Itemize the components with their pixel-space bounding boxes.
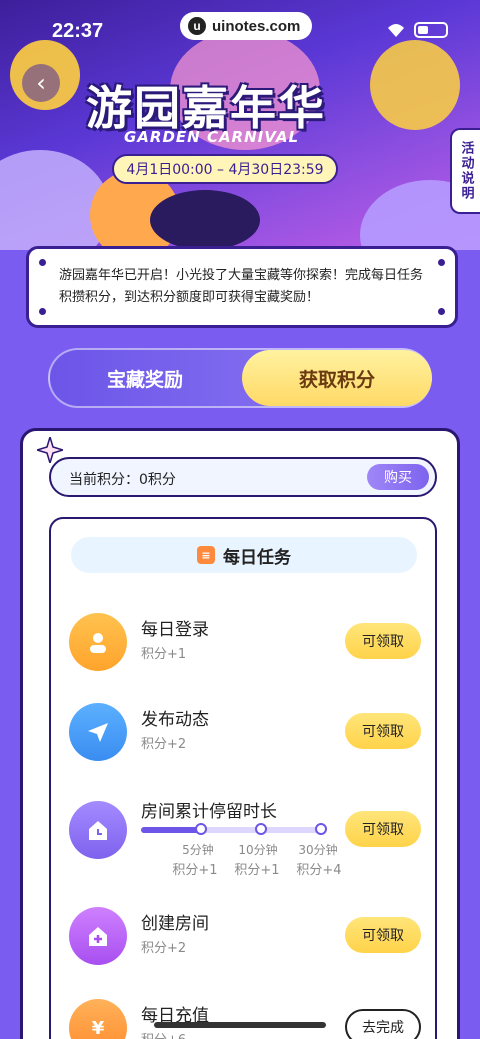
milestone-node (315, 823, 327, 835)
daily-task-card: ≡ 每日任务 每日登录 积分+1 可领取 发布动态 积分+2 可领取 房间累计停… (49, 517, 437, 1039)
url-pill: u uinotes.com (180, 12, 313, 40)
points-panel: 当前积分：0积分 购买 ≡ 每日任务 每日登录 积分+1 可领取 发布动态 积分… (20, 428, 460, 1039)
stay-progress-bar (141, 823, 327, 835)
clock-home-icon (69, 801, 127, 859)
task-title: 创建房间 (141, 914, 209, 934)
milestone-label: 30分钟 (298, 843, 338, 857)
claim-button[interactable]: 可领取 (345, 623, 421, 659)
back-arrow-icon: ‹ (36, 69, 46, 97)
go-complete-button[interactable]: 去完成 (345, 1009, 421, 1039)
milestone-reward: 积分+1 (172, 863, 218, 878)
task-reward: 积分+6 (141, 1029, 186, 1039)
calendar-icon: ≡ (197, 546, 215, 564)
task-daily-login: 每日登录 积分+1 可领取 (69, 607, 421, 677)
current-points: 当前积分：0积分 (69, 472, 176, 488)
claim-button[interactable]: 可领取 (345, 917, 421, 953)
task-title: 房间累计停留时长 (141, 802, 277, 822)
tab-bar: 宝藏奖励 获取积分 (48, 348, 432, 408)
event-notice: 游园嘉年华已开启！小光投了大量宝藏等你探索！完成每日任务积攒积分，到达积分额度即… (26, 246, 458, 328)
milestone-node (195, 823, 207, 835)
task-daily-recharge: ¥ 每日充值 积分+6 去完成 (69, 993, 421, 1039)
milestone-label: 5分钟 (182, 843, 214, 857)
user-icon (69, 613, 127, 671)
milestone-label: 10分钟 (238, 843, 278, 857)
event-subtitle: GARDEN CARNIVAL (124, 128, 300, 146)
task-reward: 积分+2 (141, 737, 187, 752)
current-points-bar: 当前积分：0积分 购买 (49, 457, 437, 497)
task-create-room: 创建房间 积分+2 可领取 (69, 901, 421, 971)
claim-button[interactable]: 可领取 (345, 811, 421, 847)
back-button[interactable]: ‹ (22, 64, 60, 102)
task-reward: 积分+2 (141, 941, 187, 956)
task-reward: 积分+1 (141, 647, 187, 662)
event-banner: 22:37 u uinotes.com ‹ 游园嘉年华 GARDEN CARNI… (0, 0, 480, 250)
milestone-reward: 积分+4 (296, 863, 342, 878)
notice-text: 游园嘉年华已开启！小光投了大量宝藏等你探索！完成每日任务积攒积分，到达积分额度即… (59, 268, 424, 305)
home-indicator[interactable] (154, 1022, 326, 1028)
url-text: uinotes.com (212, 17, 301, 35)
claim-button[interactable]: 可领取 (345, 713, 421, 749)
task-title: 每日登录 (141, 620, 209, 640)
site-logo-icon: u (188, 17, 206, 35)
task-title: 发布动态 (141, 710, 209, 730)
tab-treasure-rewards[interactable]: 宝藏奖励 (50, 350, 240, 406)
task-room-stay-duration: 房间累计停留时长 5分钟 10分钟 30分钟 积分+1 积分+1 积分+4 可领… (69, 789, 421, 889)
buy-button[interactable]: 购买 (367, 464, 429, 490)
event-date-range: 4月1日00:00 – 4月30日23:59 (112, 154, 338, 184)
wifi-icon (388, 24, 404, 37)
battery-icon (414, 22, 448, 38)
send-icon (69, 703, 127, 761)
task-post-moment: 发布动态 积分+2 可领取 (69, 697, 421, 767)
event-rules-tab[interactable]: 活动说明 (450, 128, 480, 214)
tab-earn-points[interactable]: 获取积分 (242, 350, 432, 406)
yen-coin-icon: ¥ (69, 999, 127, 1039)
milestone-node (255, 823, 267, 835)
clock: 22:37 (52, 20, 104, 42)
daily-task-title: 每日任务 (223, 547, 291, 568)
milestone-reward: 积分+1 (234, 863, 280, 878)
status-bar: 22:37 u uinotes.com (0, 0, 480, 56)
daily-task-header: ≡ 每日任务 (71, 537, 417, 573)
add-home-icon (69, 907, 127, 965)
